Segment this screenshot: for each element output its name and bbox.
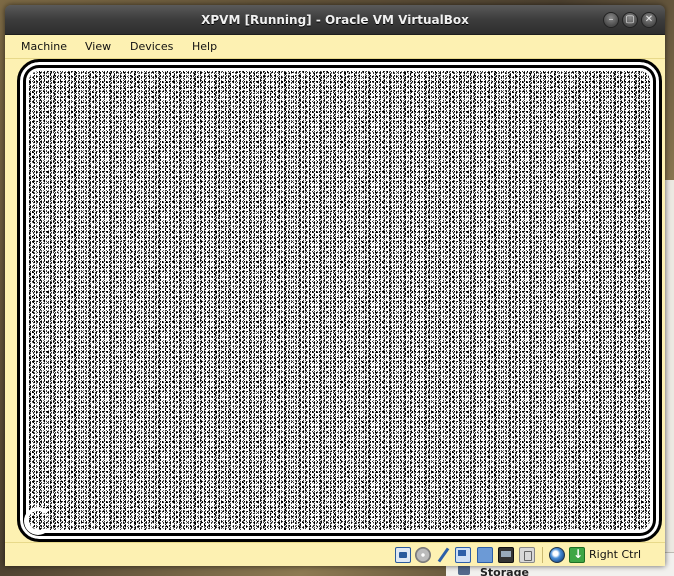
window-titlebar[interactable]: XPVM [Running] - Oracle VM VirtualBox – …: [5, 5, 665, 35]
status-separator: [542, 547, 543, 563]
screen-corner-artifact: [24, 507, 52, 535]
vm-guest-screen[interactable]: [17, 59, 662, 542]
usb-icon[interactable]: [435, 547, 451, 563]
menu-view[interactable]: View: [83, 39, 113, 54]
minimize-button[interactable]: –: [603, 12, 619, 28]
optical-drive-icon[interactable]: [415, 547, 431, 563]
storage-icon: [458, 565, 470, 575]
vm-display-area: [5, 59, 665, 542]
close-button[interactable]: ✕: [641, 12, 657, 28]
menu-help[interactable]: Help: [190, 39, 219, 54]
host-key-label: Right Ctrl: [589, 548, 642, 561]
shared-folders-icon[interactable]: [477, 547, 493, 563]
recording-icon[interactable]: [519, 547, 535, 563]
menu-machine[interactable]: Machine: [19, 39, 69, 54]
menu-bar: Machine View Devices Help: [5, 35, 665, 59]
window-title: XPVM [Running] - Oracle VM VirtualBox: [201, 13, 469, 27]
hard-disk-icon[interactable]: [395, 547, 411, 563]
status-bar: Right Ctrl: [5, 542, 665, 566]
menu-devices[interactable]: Devices: [128, 39, 175, 54]
display-icon[interactable]: [498, 547, 514, 563]
storage-section-label: Storage: [480, 566, 529, 576]
network-icon[interactable]: [455, 547, 471, 563]
virtualbox-vm-window: XPVM [Running] - Oracle VM VirtualBox – …: [5, 5, 665, 566]
keyboard-capture-icon[interactable]: [569, 547, 585, 563]
mouse-integration-icon[interactable]: [549, 547, 565, 563]
maximize-button[interactable]: ▢: [622, 12, 638, 28]
